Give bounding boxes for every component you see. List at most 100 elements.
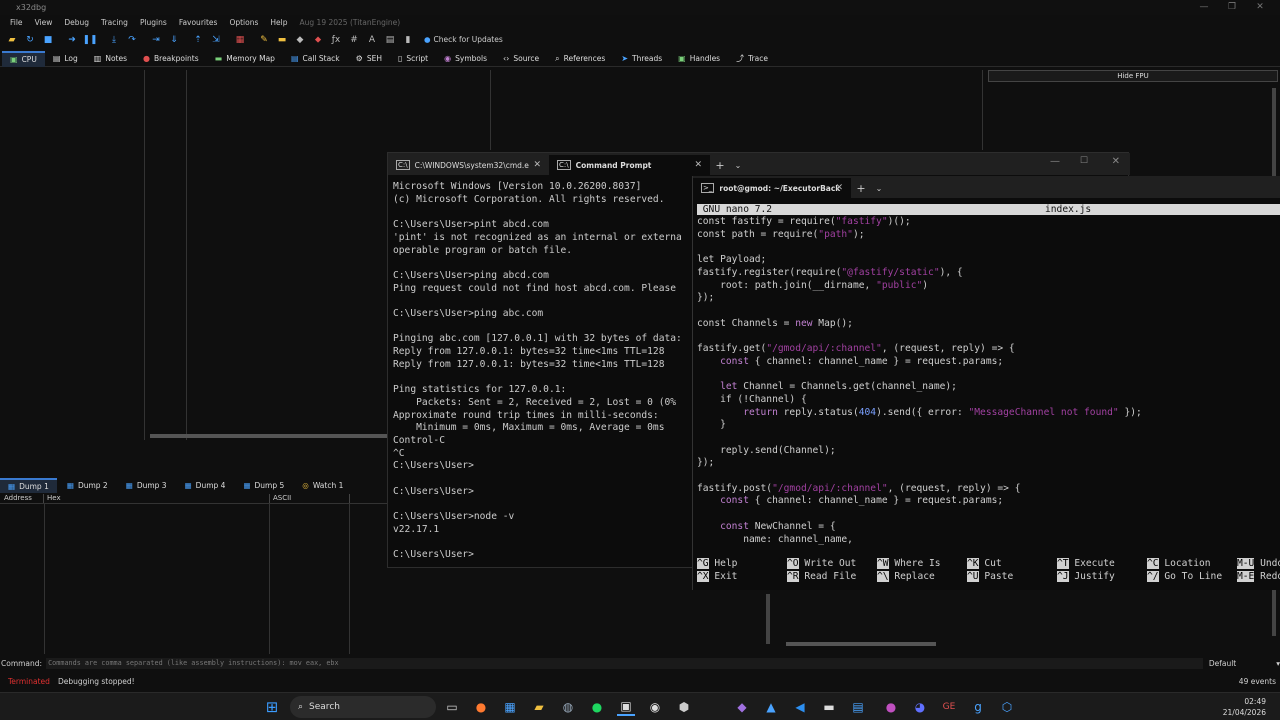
- tab-memory-map[interactable]: ▬ Memory Map: [207, 51, 283, 67]
- tab-threads[interactable]: ➤ Threads: [613, 51, 670, 67]
- tab-dump-1[interactable]: ▦ Dump 1: [0, 478, 57, 493]
- step-into-icon[interactable]: ⤓: [106, 33, 122, 47]
- nano-shortcut[interactable]: ^G Help: [697, 558, 787, 571]
- tab-symbols[interactable]: ◉ Symbols: [436, 51, 495, 67]
- tab-dump-5[interactable]: ▦ Dump 5: [235, 478, 292, 493]
- tab-cmd-system32[interactable]: C:\ C:\WINDOWS\system32\cmd.e ✕: [388, 155, 549, 175]
- new-tab-icon[interactable]: +: [851, 178, 871, 198]
- run-icon[interactable]: ➜: [64, 33, 80, 47]
- nano-shortcut[interactable]: ^K Cut: [967, 558, 1057, 571]
- execute-till-return-icon[interactable]: ⇡: [190, 33, 206, 47]
- maximize-button[interactable]: ☐: [1080, 156, 1088, 166]
- file-explorer-icon[interactable]: ▰: [530, 698, 548, 716]
- run-to-user-code-icon[interactable]: ⇲: [208, 33, 224, 47]
- tab-watch-1[interactable]: ◎ Watch 1: [294, 478, 351, 493]
- chevron-down-icon[interactable]: ▾: [1276, 659, 1280, 668]
- function-icon[interactable]: ƒx: [328, 33, 344, 47]
- game-icon[interactable]: ●: [882, 698, 900, 716]
- vscode-icon[interactable]: ◀: [791, 698, 809, 716]
- tab-cpu[interactable]: ▣ CPU: [2, 50, 45, 67]
- menu-tracing[interactable]: Tracing: [95, 18, 134, 27]
- restart-icon[interactable]: ↻: [22, 33, 38, 47]
- photos-icon[interactable]: ▲: [762, 698, 780, 716]
- minimize-button[interactable]: —: [1050, 156, 1060, 167]
- nano-shortcut[interactable]: ^O Write Out: [787, 558, 877, 571]
- tab-dump-4[interactable]: ▦ Dump 4: [177, 478, 234, 493]
- close-icon[interactable]: ✕: [694, 160, 702, 170]
- memory-icon[interactable]: ▦: [232, 33, 248, 47]
- tab-references[interactable]: ⌕ References: [547, 51, 613, 67]
- terminal-icon[interactable]: ▣: [617, 698, 635, 716]
- store-icon[interactable]: ▦: [501, 698, 519, 716]
- font-icon[interactable]: A: [364, 33, 380, 47]
- scylla-icon[interactable]: ▮: [400, 33, 416, 47]
- chevron-down-icon[interactable]: ⌄: [871, 178, 887, 198]
- bookmark-icon[interactable]: ⬥: [310, 33, 326, 47]
- label-icon[interactable]: ◆: [292, 33, 308, 47]
- app-icon[interactable]: ⬢: [675, 698, 693, 716]
- hash-icon[interactable]: #: [346, 33, 362, 47]
- terminal-output[interactable]: Microsoft Windows [Version 10.0.26200.80…: [393, 181, 691, 571]
- nano-shortcut[interactable]: ^\ Replace: [877, 570, 967, 584]
- tab-breakpoints[interactable]: ● Breakpoints: [135, 51, 207, 67]
- command-input[interactable]: Commands are comma separated (like assem…: [46, 657, 1203, 669]
- tab-trace[interactable]: ⤴ Trace: [728, 51, 776, 67]
- nano-shortcut[interactable]: ^T Execute: [1057, 558, 1147, 571]
- close-icon[interactable]: ✕: [533, 160, 541, 170]
- nano-shortcut[interactable]: ^X Exit: [697, 570, 787, 584]
- nano-shortcut[interactable]: ^/ Go To Line: [1147, 570, 1237, 584]
- close-icon[interactable]: ✕: [835, 183, 843, 193]
- notepad-icon[interactable]: ▤: [849, 698, 867, 716]
- hide-fpu-button[interactable]: Hide FPU: [988, 70, 1278, 82]
- patch-icon[interactable]: ▤: [382, 33, 398, 47]
- spotify-icon[interactable]: ●: [588, 698, 606, 716]
- nano-shortcut[interactable]: ^J Justify: [1057, 570, 1147, 584]
- firefox-icon[interactable]: ●: [472, 698, 490, 716]
- trace-into-icon[interactable]: ⇥: [148, 33, 164, 47]
- nano-shortcut[interactable]: M-E Redo: [1237, 570, 1280, 584]
- comment-icon[interactable]: ▬: [274, 33, 290, 47]
- menu-debug[interactable]: Debug: [58, 18, 95, 27]
- stop-icon[interactable]: ■: [40, 33, 56, 47]
- tab-dump-2[interactable]: ▦ Dump 2: [59, 478, 116, 493]
- code-editor[interactable]: const fastify = require("fastify")(); co…: [697, 216, 1280, 546]
- step-over-icon[interactable]: ↷: [124, 33, 140, 47]
- taskbar-search[interactable]: ⌕ Search: [290, 696, 436, 718]
- tab-handles[interactable]: ▣ Handles: [670, 51, 728, 67]
- tab-ssh[interactable]: >_ root@gmod: ~/ExecutorBack ✕: [693, 178, 851, 198]
- tab-notes[interactable]: ▥ Notes: [86, 51, 135, 67]
- command-mode-select[interactable]: Default: [1209, 659, 1236, 668]
- clock[interactable]: 02:49 21/04/2026: [1223, 696, 1266, 718]
- maximize-button[interactable]: ❐: [1220, 0, 1244, 15]
- stack-h-scrollbar[interactable]: [786, 642, 936, 646]
- menu-help[interactable]: Help: [264, 18, 293, 27]
- tab-script[interactable]: ▯ Script: [390, 51, 436, 67]
- nano-shortcut[interactable]: ^U Paste: [967, 570, 1057, 584]
- new-tab-icon[interactable]: +: [710, 155, 730, 175]
- nano-shortcut[interactable]: ^C Location: [1147, 558, 1237, 571]
- menu-file[interactable]: File: [4, 18, 29, 27]
- console-icon[interactable]: ▬: [820, 698, 838, 716]
- tab-source[interactable]: ‹› Source: [495, 51, 547, 67]
- stack-scrollbar[interactable]: [766, 594, 770, 644]
- pause-icon[interactable]: ❚❚: [82, 33, 98, 47]
- trace-over-icon[interactable]: ⇓: [166, 33, 182, 47]
- task-view-icon[interactable]: ▭: [443, 698, 461, 716]
- windows-start-icon[interactable]: ⊞: [263, 698, 281, 716]
- gmod-icon[interactable]: g: [969, 698, 987, 716]
- tab-seh[interactable]: ⚙ SEH: [348, 51, 390, 67]
- menu-options[interactable]: Options: [223, 18, 264, 27]
- chevron-down-icon[interactable]: ⌄: [730, 155, 746, 175]
- chrome-icon[interactable]: ◉: [646, 698, 664, 716]
- open-icon[interactable]: ▰: [4, 33, 20, 47]
- nano-shortcut[interactable]: ^R Read File: [787, 570, 877, 584]
- steam-icon[interactable]: ◍: [559, 698, 577, 716]
- cheat-engine-icon[interactable]: GE: [940, 698, 958, 716]
- nano-shortcut[interactable]: M-U Undo: [1237, 558, 1280, 571]
- pencil-icon[interactable]: ✎: [256, 33, 272, 47]
- check-updates-button[interactable]: ● Check for Updates: [424, 35, 503, 44]
- menu-view[interactable]: View: [29, 18, 59, 27]
- menu-favourites[interactable]: Favourites: [173, 18, 224, 27]
- close-button[interactable]: ✕: [1248, 0, 1272, 15]
- visual-studio-icon[interactable]: ◆: [733, 698, 751, 716]
